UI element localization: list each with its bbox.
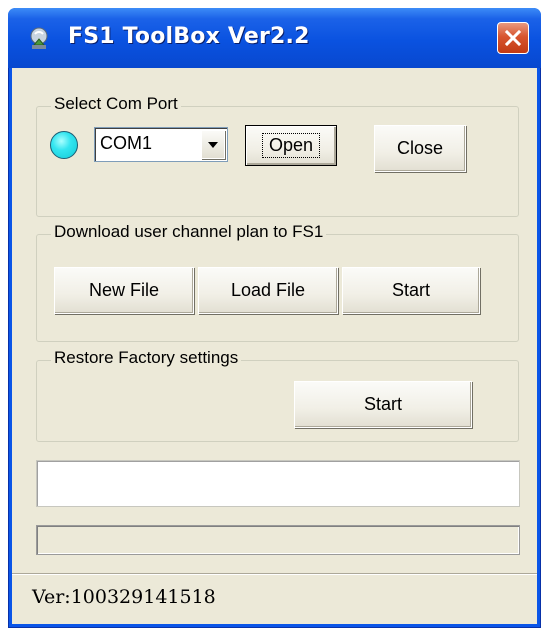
version-status-text: Ver:100329141518 (32, 586, 216, 608)
window-title: FS1 ToolBox Ver2.2 (68, 24, 310, 49)
com-port-selected-value: COM1 (100, 133, 153, 153)
app-window: FS1 ToolBox Ver2.2 Select Com Port COM1 … (8, 8, 541, 628)
download-start-button[interactable]: Start (342, 267, 480, 314)
close-port-button[interactable]: Close (374, 125, 466, 172)
progress-bar (36, 525, 520, 555)
open-port-button[interactable]: Open (245, 125, 337, 166)
log-text-field[interactable] (36, 460, 520, 507)
app-icon (26, 25, 54, 53)
com-port-group-label: Select Com Port (51, 94, 181, 114)
combo-dropdown-button[interactable] (201, 130, 225, 159)
load-file-button[interactable]: Load File (198, 267, 338, 314)
client-area: Select Com Port COM1 Open Close Download… (12, 68, 537, 624)
restore-factory-group-label: Restore Factory settings (51, 348, 242, 368)
title-bar[interactable]: FS1 ToolBox Ver2.2 (8, 8, 541, 68)
close-x-icon (504, 29, 522, 47)
restore-start-button-label: Start (363, 394, 402, 414)
new-file-button-label: New File (88, 280, 159, 300)
status-bar: Ver:100329141518 (12, 573, 537, 624)
download-group-label: Download user channel plan to FS1 (51, 222, 327, 242)
restore-start-button[interactable]: Start (294, 381, 472, 428)
download-start-button-label: Start (391, 280, 430, 300)
close-port-button-label: Close (396, 138, 444, 158)
com-port-select[interactable]: COM1 (94, 127, 228, 162)
triangle-down-icon (208, 141, 218, 148)
connection-status-indicator (50, 131, 78, 159)
window-close-button[interactable] (497, 22, 529, 54)
load-file-button-label: Load File (230, 280, 306, 300)
new-file-button[interactable]: New File (54, 267, 194, 314)
open-port-button-label: Open (261, 133, 321, 158)
